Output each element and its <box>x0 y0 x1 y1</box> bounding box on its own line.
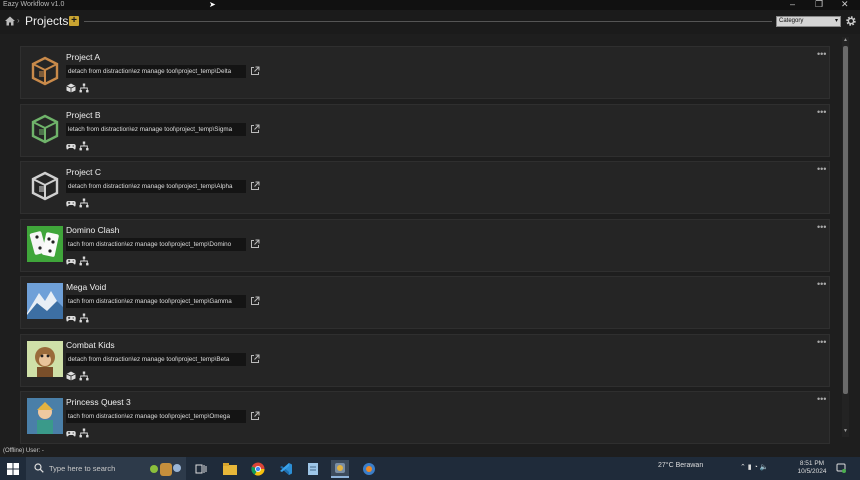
app-title: Eazy Workflow v1.0 <box>3 1 65 8</box>
file-explorer-icon[interactable] <box>221 460 239 478</box>
project-path-field[interactable]: letach from distraction\ez manage tool\p… <box>66 122 246 136</box>
unity-cube-icon <box>66 371 76 380</box>
project-card[interactable]: Project A detach from distraction\ez mana… <box>20 46 830 99</box>
chevron-down-icon: ▾ <box>834 18 838 24</box>
vscode-icon[interactable] <box>277 460 295 478</box>
project-list: Project A detach from distraction\ez mana… <box>20 46 832 446</box>
hierarchy-icon[interactable] <box>79 256 89 266</box>
scrollbar-thumb[interactable] <box>843 46 848 394</box>
clock[interactable]: 8:51 PM 10/5/2024 <box>797 460 827 476</box>
open-external-icon[interactable] <box>250 181 260 191</box>
unity-cube-icon <box>66 83 76 93</box>
page-header: › Projects + Category ▾ <box>0 10 860 34</box>
gamepad-icon <box>66 258 76 264</box>
project-thumbnail <box>27 225 63 262</box>
open-external-icon[interactable] <box>250 354 260 364</box>
gamepad-icon <box>66 143 76 149</box>
project-name[interactable]: Mega Void <box>66 282 106 292</box>
chrome-icon[interactable] <box>249 460 267 478</box>
project-name[interactable]: Domino Clash <box>66 225 119 235</box>
project-path-field[interactable]: tach from distraction\ez manage tool\pro… <box>66 295 246 308</box>
weather-widget[interactable]: 27°C Berawan <box>658 462 703 469</box>
system-tray[interactable]: ⌃ ▮ ◔ 🔈 <box>740 463 769 471</box>
more-options-button[interactable]: ••• <box>817 279 826 289</box>
windows-start-icon[interactable] <box>7 463 19 475</box>
project-thumbnail <box>27 168 63 204</box>
close-button[interactable]: ✕ <box>841 0 849 10</box>
app-globe-icon[interactable] <box>360 460 378 478</box>
page-title: Projects <box>25 14 69 28</box>
more-options-button[interactable]: ••• <box>817 164 826 174</box>
project-card[interactable]: Project B letach from distraction\ez mana… <box>20 103 830 157</box>
more-options-button[interactable]: ••• <box>817 337 826 347</box>
hierarchy-icon[interactable] <box>79 83 89 93</box>
project-thumbnail <box>27 111 63 147</box>
gamepad-icon <box>66 201 76 207</box>
task-view-icon[interactable] <box>192 460 210 478</box>
project-name[interactable]: Project A <box>66 52 100 62</box>
notepad-icon[interactable] <box>304 460 322 478</box>
gamepad-icon <box>66 431 76 437</box>
project-card[interactable]: Combat Kids detach from distraction\ez ma… <box>20 333 830 387</box>
scroll-down-icon[interactable]: ▼ <box>842 428 849 435</box>
open-external-icon[interactable] <box>250 66 260 76</box>
project-name[interactable]: Princess Quest 3 <box>66 397 131 407</box>
project-path-field[interactable]: detach from distraction\ez manage tool\p… <box>66 352 246 366</box>
more-options-button[interactable]: ••• <box>817 49 826 59</box>
open-external-icon[interactable] <box>250 411 260 421</box>
clock-time: 8:51 PM <box>799 460 825 467</box>
project-name[interactable]: Project C <box>66 167 101 177</box>
windows-taskbar: Type here to search 27°C Berawan ⌃ ▮ ◔ 🔈… <box>0 457 860 480</box>
hierarchy-icon[interactable] <box>79 371 89 381</box>
project-thumbnail <box>27 283 63 319</box>
mouse-cursor-icon: ➤ <box>209 0 216 9</box>
status-text: (Offline) User: - <box>3 448 44 454</box>
more-options-button[interactable]: ••• <box>817 394 826 404</box>
category-value: Category <box>779 18 804 24</box>
project-path-field[interactable]: detach from distraction\ez manage tool\p… <box>66 65 246 78</box>
search-highlight-icon[interactable] <box>148 460 184 478</box>
more-options-button[interactable]: ••• <box>817 107 826 117</box>
project-name[interactable]: Combat Kids <box>66 340 115 350</box>
project-card[interactable]: Princess Quest 3 tach from distraction\ez… <box>20 391 830 444</box>
project-card[interactable]: Project C detach from distraction\ez mana… <box>20 161 830 214</box>
scroll-up-icon[interactable]: ▲ <box>842 37 849 44</box>
hierarchy-icon[interactable] <box>79 313 89 323</box>
maximize-button[interactable]: ❐ <box>815 0 823 10</box>
header-divider <box>84 21 772 22</box>
gear-icon[interactable] <box>845 15 857 27</box>
project-thumbnail <box>27 340 63 377</box>
hierarchy-icon[interactable] <box>79 198 89 208</box>
home-icon[interactable] <box>4 15 16 27</box>
add-project-button[interactable]: + <box>69 16 79 26</box>
eazy-workflow-taskbar-icon[interactable] <box>331 460 349 478</box>
open-external-icon[interactable] <box>250 124 260 134</box>
project-thumbnail <box>27 398 63 434</box>
more-options-button[interactable]: ••• <box>817 222 826 232</box>
gamepad-icon <box>66 316 76 322</box>
project-card[interactable]: Mega Void tach from distraction\ez manage… <box>20 276 830 329</box>
hierarchy-icon[interactable] <box>79 141 89 151</box>
notification-icon[interactable] <box>836 463 846 473</box>
open-external-icon[interactable] <box>250 239 260 249</box>
search-placeholder: Type here to search <box>49 464 116 473</box>
project-thumbnail <box>27 53 63 89</box>
search-icon <box>34 463 44 473</box>
category-dropdown[interactable]: Category ▾ <box>776 16 841 27</box>
open-external-icon[interactable] <box>250 296 260 306</box>
minimize-button[interactable]: – <box>790 0 795 9</box>
clock-date: 10/5/2024 <box>797 468 827 475</box>
project-path-field[interactable]: tach from distraction\ez manage tool\pro… <box>66 410 246 423</box>
project-name[interactable]: Project B <box>66 110 101 120</box>
breadcrumb-separator: › <box>17 16 20 25</box>
status-bar: (Offline) User: - <box>0 446 860 457</box>
hierarchy-icon[interactable] <box>79 428 89 438</box>
title-bar: Eazy Workflow v1.0 ➤ – ❐ ✕ <box>0 0 860 10</box>
project-path-field[interactable]: detach from distraction\ez manage tool\p… <box>66 180 246 193</box>
project-path-field[interactable]: tach from distraction\ez manage tool\pro… <box>66 237 246 251</box>
project-card[interactable]: Domino Clash tach from distraction\ez man… <box>20 218 830 272</box>
